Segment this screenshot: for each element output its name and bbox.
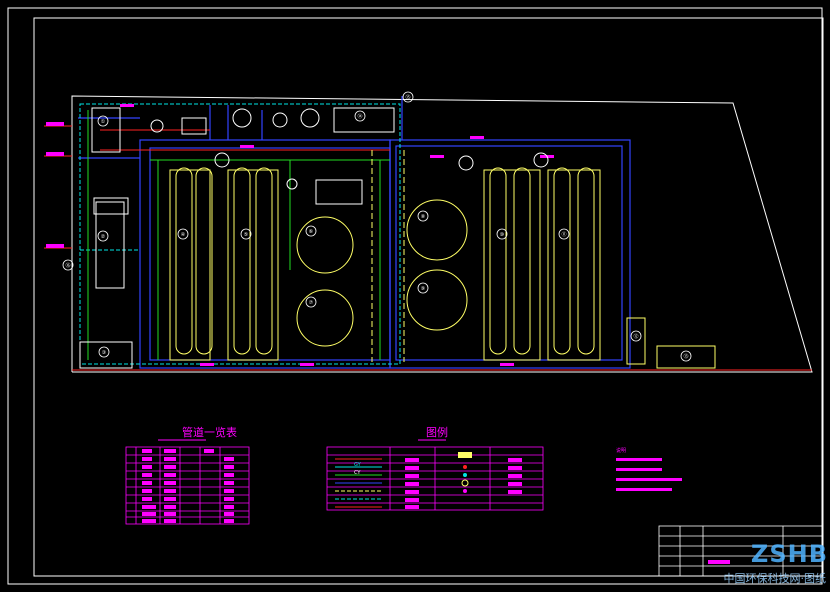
building-number-label: ⑬ <box>683 353 688 360</box>
building-number-label: ④ <box>181 232 186 238</box>
building-number-label: ⑮ <box>405 94 410 101</box>
building-number-label: ⑯ <box>65 262 70 269</box>
watermark-logo: ZSHB <box>750 540 828 568</box>
legend-table-title: 图例 <box>426 425 448 439</box>
building-number-label: ⑩ <box>500 232 505 238</box>
legend-code-gy: GY <box>354 462 362 468</box>
building-number-label: ⑤ <box>244 232 248 238</box>
building-number-label: ⑧ <box>421 214 426 220</box>
building-number-label: ② <box>101 234 106 240</box>
building-number-label: ⑭ <box>357 113 362 120</box>
building-number-label: ⑥ <box>309 229 314 235</box>
building-number-label: ⑫ <box>633 333 638 340</box>
building-number-label: ⑨ <box>421 286 425 292</box>
watermark-site-text: 中国环保科技网·图纸 <box>723 572 827 585</box>
pipe-table-title: 管道一览表 <box>182 425 237 439</box>
watermark: ZSHB 中国环保科技网·图纸 <box>680 540 828 588</box>
legend-code-cy: CY <box>354 470 361 476</box>
building-number-label: ③ <box>102 350 106 356</box>
notes-title: 说明 <box>616 447 626 454</box>
building-number-label: ① <box>101 119 106 125</box>
building-number-label: ⑦ <box>309 300 314 306</box>
cad-drawing-canvas: 管道一览表 图例 GY CY 说明 ①②③④ ⑤ ⑥⑦⑧⑨⑩ ⑪⑫⑬⑭⑮⑯ <box>0 0 830 592</box>
building-number-label: ⑪ <box>561 231 566 238</box>
